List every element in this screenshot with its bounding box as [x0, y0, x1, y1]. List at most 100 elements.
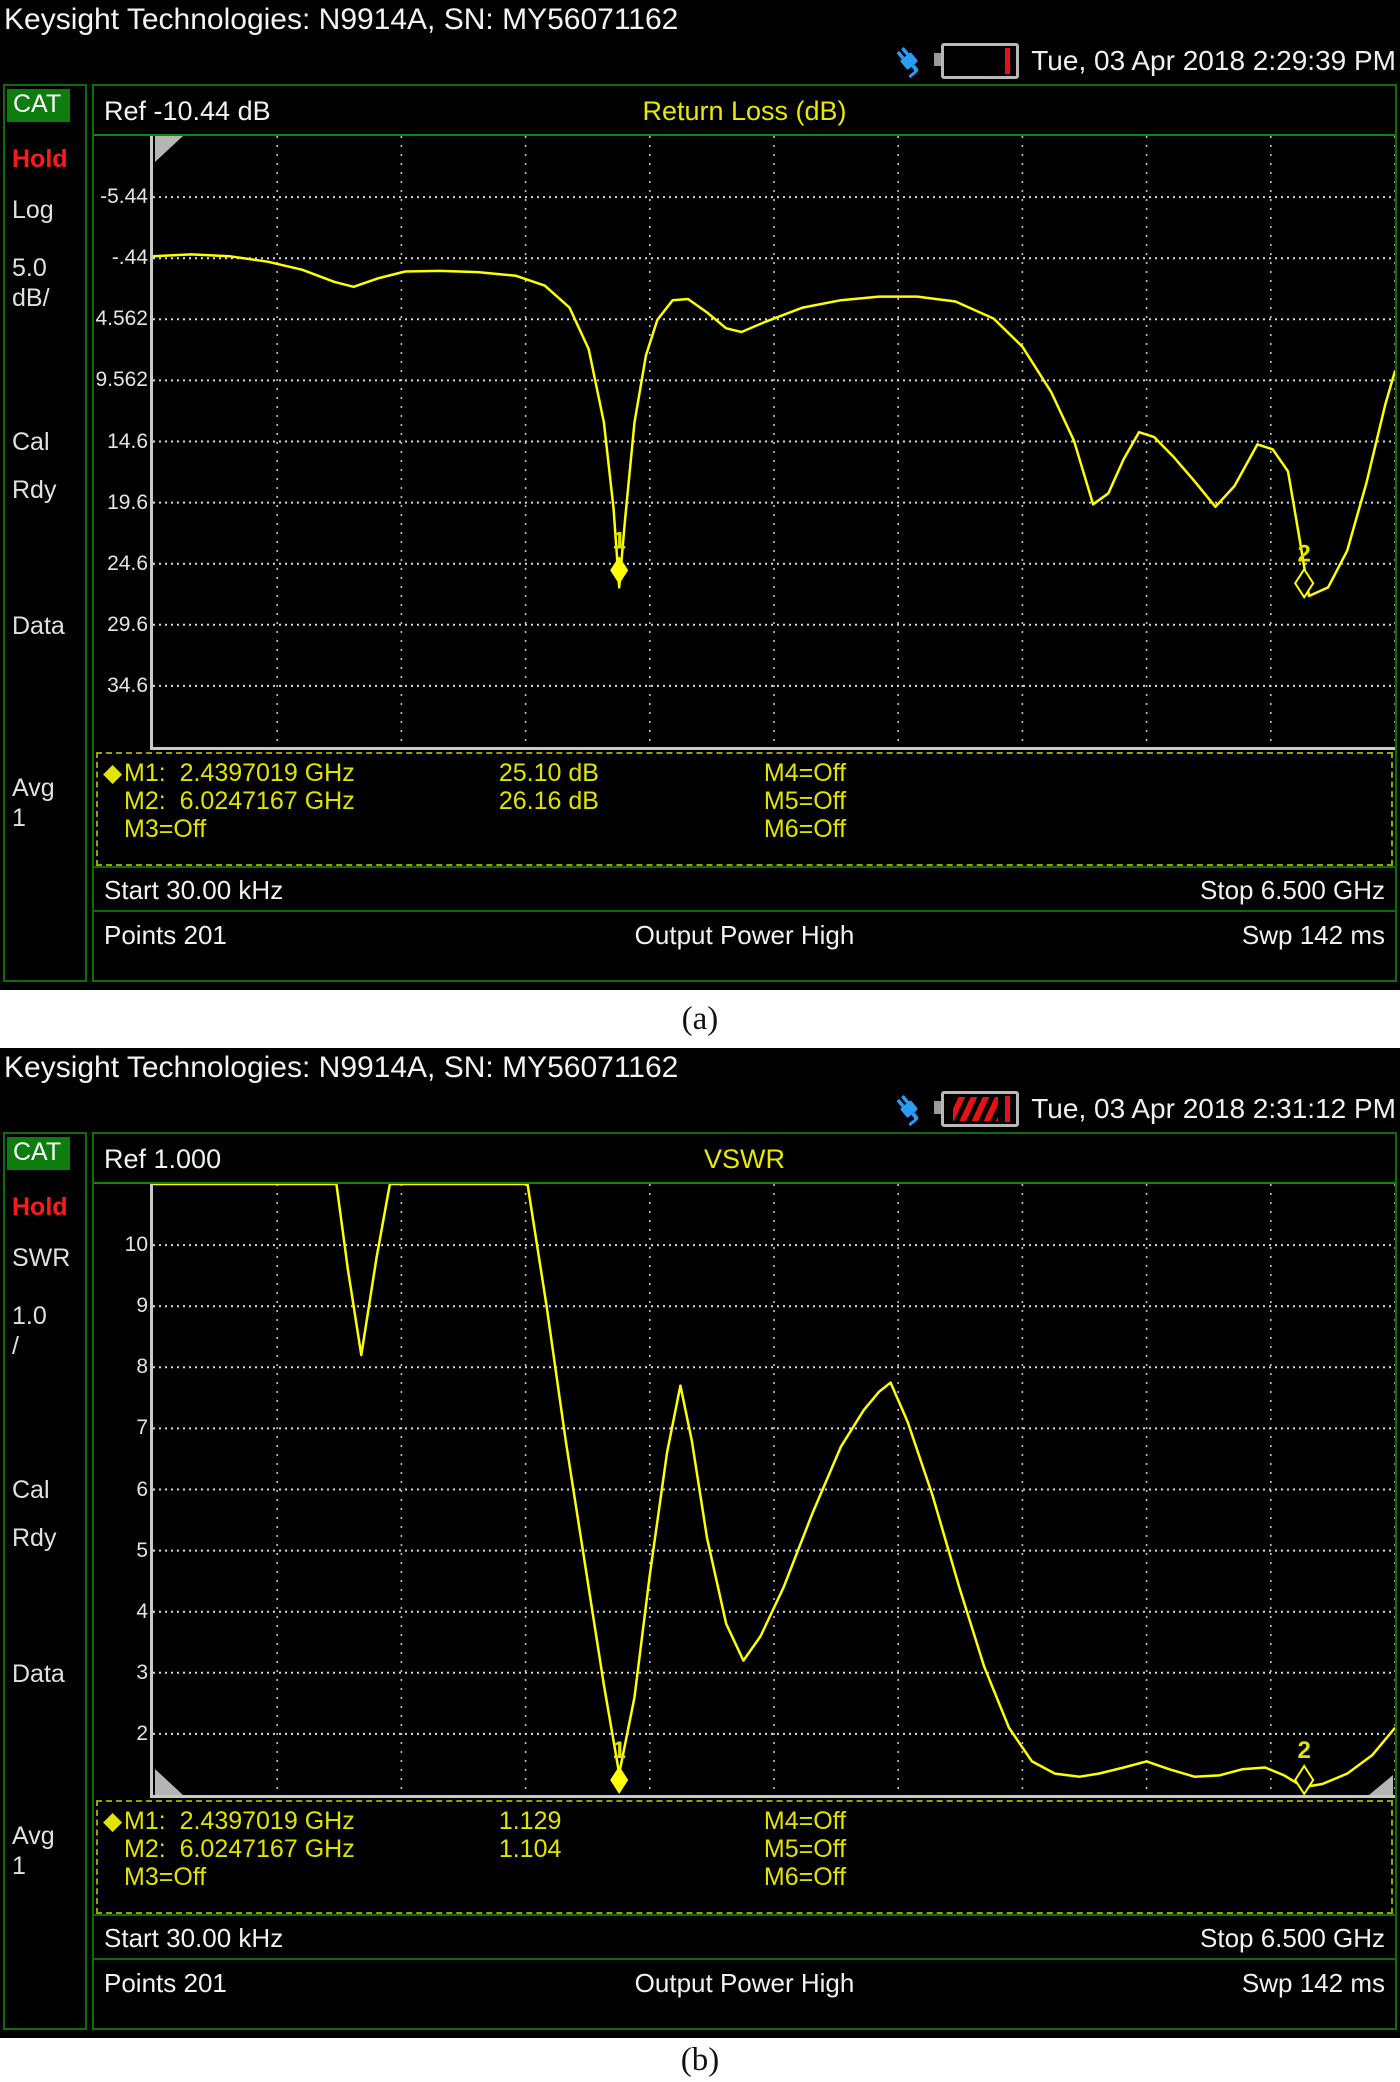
sweep-status-row: Points 201 Output Power High Swp 142 ms — [94, 1958, 1395, 2004]
sidebar-label-cal: Cal — [12, 1476, 50, 1504]
marker-state-cell: M5=Off — [763, 1835, 847, 1863]
axis-tick-label: 14.6 — [107, 430, 148, 453]
ref-level-wedge-icon — [155, 136, 183, 162]
sweep-time-label: Swp 142 ms — [1241, 920, 1385, 950]
output-power-label: Output Power High — [634, 920, 855, 950]
marker-diamond-2 — [1293, 1764, 1315, 1795]
freq-stop-label: Stop 6.500 GHz — [1200, 875, 1385, 905]
marker-freq-cell: M3=Off — [124, 1863, 207, 1891]
sweep-time-label: Swp 142 ms — [1241, 1968, 1385, 1998]
sidebar-label-swr: SWR — [12, 1244, 71, 1272]
ref-level-label: Ref 1.000 — [104, 1144, 222, 1174]
panel-header: Ref -10.44 dB Return Loss (dB) — [94, 86, 1395, 136]
marker-state-cell: M4=Off — [763, 1807, 847, 1835]
measurement-label: Return Loss (dB) — [642, 96, 847, 126]
output-power-label: Output Power High — [634, 1968, 855, 1998]
marker-state-cell: M4=Off — [763, 759, 847, 787]
datetime-text: Tue, 03 Apr 2018 2:31:12 PM — [1031, 1093, 1396, 1124]
plot-area: 12 — [150, 136, 1395, 750]
points-label: Points 201 — [104, 1968, 227, 1998]
axis-tick-label: 4 — [136, 1600, 148, 1623]
marker-row: M3=Off M6=Off — [98, 1864, 1391, 1891]
axis-tick-label: 4.562 — [95, 307, 148, 330]
panel-header: Ref 1.000 VSWR — [94, 1134, 1395, 1184]
marker-row: ◆ M1: 2.4397019 GHz 1.129 M4=Off — [98, 1808, 1391, 1835]
instrument-title: Keysight Technologies: N9914A, SN: MY560… — [4, 1051, 679, 1084]
marker-freq-cell: M1: 2.4397019 GHz — [124, 759, 355, 787]
battery-low-tick — [1005, 48, 1011, 74]
marker-value-cell: 26.16 dB — [498, 787, 599, 815]
marker-number-1: 1 — [612, 527, 625, 554]
ac-plug-icon — [889, 41, 929, 81]
sidebar-label-cat: CAT — [7, 89, 71, 122]
marker-number-2: 2 — [1298, 1737, 1311, 1764]
instrument-title: Keysight Technologies: N9914A, SN: MY560… — [4, 3, 679, 36]
frequency-row: Start 30.00 kHz Stop 6.500 GHz — [94, 1914, 1395, 1958]
plot-wrap: 10 9 8 7 6 5 4 3 2 12 — [94, 1184, 1395, 1798]
sidebar: CAT Hold SWR 1.0/ Cal Rdy Data Avg 1 — [3, 1132, 87, 2030]
marker-row: M2: 6.0247167 GHz 26.16 dB M5=Off — [98, 788, 1391, 815]
ac-plug-icon — [889, 1089, 929, 1129]
sidebar-label-data: Data — [12, 1660, 65, 1688]
marker-row: M2: 6.0247167 GHz 1.104 M5=Off — [98, 1836, 1391, 1863]
marker-diamond-2 — [1293, 567, 1315, 600]
sidebar-label-avg: Avg — [12, 774, 55, 802]
points-label: Points 201 — [104, 920, 227, 950]
marker-table: ◆ M1: 2.4397019 GHz 25.10 dB M4=Off M2: 6.02… — [96, 752, 1393, 866]
axis-tick-label: 9 — [136, 1294, 148, 1317]
fieldfox-screen-a: Keysight Technologies: N9914A, SN: MY560… — [0, 0, 1400, 990]
sidebar-label-1: 1 — [12, 804, 26, 832]
freq-start-label: Start 30.00 kHz — [104, 1923, 284, 1953]
axis-tick-label: 3 — [136, 1661, 148, 1684]
sidebar-label-rdy: Rdy — [12, 476, 57, 504]
axis-tick-label: 2 — [136, 1722, 148, 1745]
marker-state-cell: M6=Off — [763, 1863, 847, 1891]
axis-tick-label: 19.6 — [107, 491, 148, 514]
caption-a: (a) — [0, 990, 1400, 1048]
marker-row: ◆ M1: 2.4397019 GHz 25.10 dB M4=Off — [98, 760, 1391, 787]
sidebar-label-cat: CAT — [7, 1137, 71, 1170]
axis-tick-label: 7 — [136, 1416, 148, 1439]
marker-row: M3=Off M6=Off — [98, 816, 1391, 843]
marker-number-2: 2 — [1298, 540, 1311, 567]
sidebar-label-10: 1.0 — [12, 1302, 47, 1330]
sidebar-label-1: 1 — [12, 1852, 26, 1880]
axis-tick-label: 29.6 — [107, 613, 148, 636]
sidebar-label-: / — [12, 1332, 19, 1360]
fieldfox-screen-b: Keysight Technologies: N9914A, SN: MY560… — [0, 1048, 1400, 2038]
ref-level-wedge-icon — [1369, 1775, 1393, 1795]
y-axis-labels: -5.44 -.44 4.562 9.562 14.6 19.6 24.6 29.6 34.6 — [94, 136, 150, 750]
trace-chart-svg: 12 — [153, 136, 1395, 747]
marker-diamond-1 — [610, 556, 629, 585]
ref-level-wedge-icon — [155, 1769, 183, 1795]
active-marker-diamond-icon: ◆ — [103, 759, 123, 787]
measurement-panel: Ref 1.000 VSWR 10 9 8 7 6 5 4 3 2 12 ◆ M1: 2.4397… — [92, 1132, 1397, 2030]
active-marker-diamond-icon: ◆ — [103, 1807, 123, 1835]
sidebar: CAT Hold Log 5.0 dB/Cal Rdy Data Avg 1 — [3, 84, 87, 982]
battery-charge-hatch — [953, 1097, 999, 1121]
sidebar-label-50: 5.0 — [12, 254, 47, 282]
axis-tick-label: 10 — [124, 1233, 148, 1256]
marker-state-cell: M6=Off — [763, 815, 847, 843]
marker-state-cell: M5=Off — [763, 787, 847, 815]
marker-diamond-1 — [610, 1766, 629, 1794]
axis-tick-label: 9.562 — [95, 368, 148, 391]
sidebar-label-cal: Cal — [12, 428, 50, 456]
marker-number-1: 1 — [612, 1737, 625, 1764]
ref-level-label: Ref -10.44 dB — [104, 96, 271, 126]
measurement-label: VSWR — [704, 1144, 785, 1174]
axis-tick-label: 34.6 — [107, 674, 148, 697]
axis-tick-label: -.44 — [111, 246, 148, 269]
frequency-row: Start 30.00 kHz Stop 6.500 GHz — [94, 866, 1395, 910]
measurement-panel: Ref -10.44 dB Return Loss (dB) -5.44 -.44… — [92, 84, 1397, 982]
axis-tick-label: 8 — [136, 1355, 148, 1378]
axis-tick-label: 24.6 — [107, 552, 148, 575]
marker-value-cell: 1.104 — [498, 1835, 562, 1863]
marker-freq-cell: M1: 2.4397019 GHz — [124, 1807, 355, 1835]
battery-icon — [934, 43, 1020, 79]
plot-area: 12 — [150, 1184, 1395, 1798]
caption-b: (b) — [0, 2038, 1400, 2082]
axis-tick-label: 5 — [136, 1539, 148, 1562]
freq-stop-label: Stop 6.500 GHz — [1200, 1923, 1385, 1953]
status-bar: Tue, 03 Apr 2018 2:31:12 PM — [0, 1086, 1400, 1132]
